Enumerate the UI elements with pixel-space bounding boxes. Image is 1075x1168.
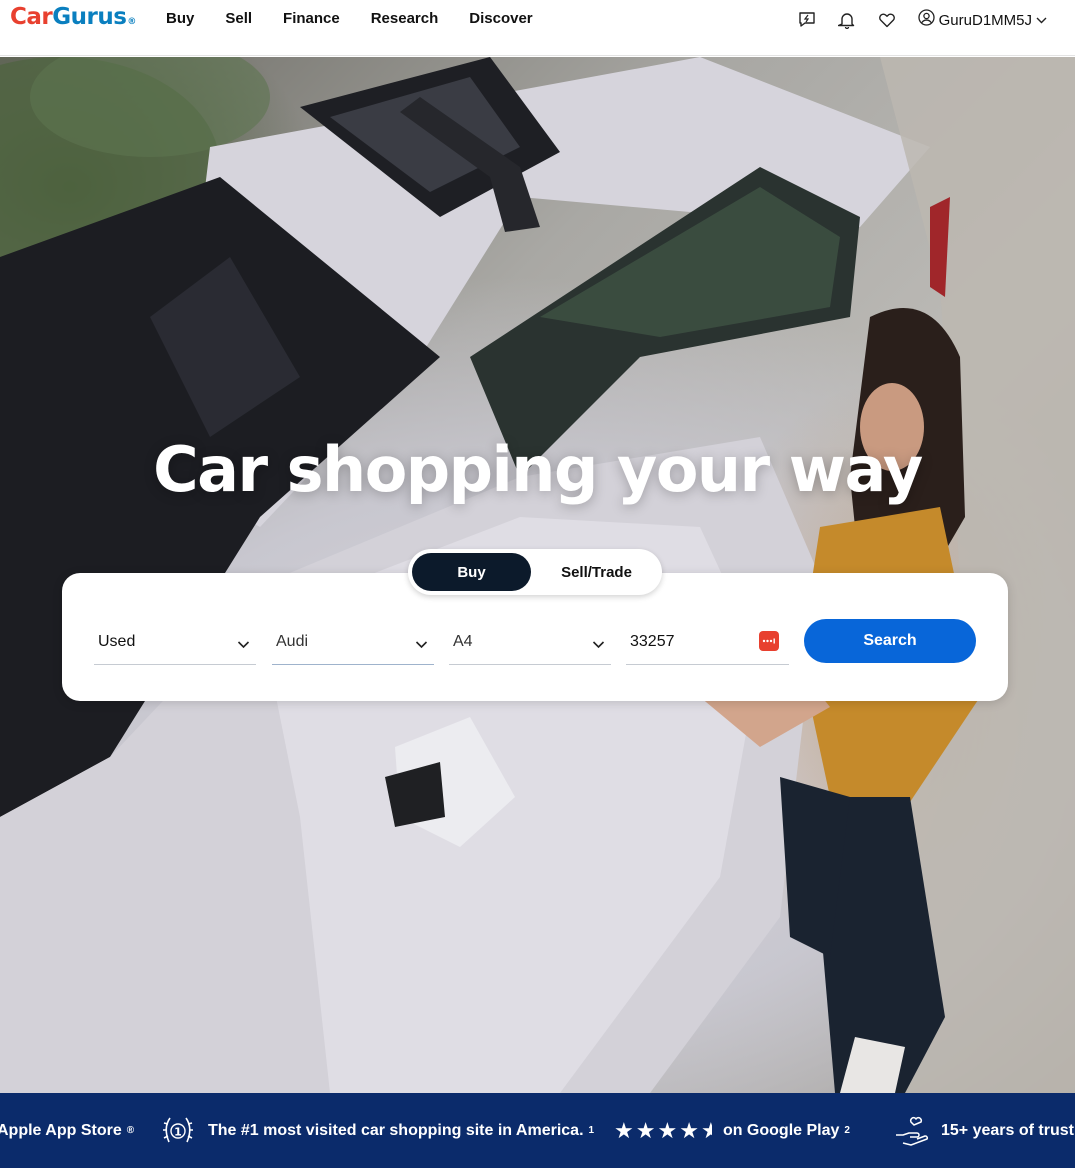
strip-most-visited: 1 The #1 most visited car shopping site … (160, 1093, 594, 1168)
strip-years-of-trust: 15+ years of trust (894, 1093, 1074, 1168)
hero-section: Car shopping your way Buy Sell/Trade Use… (0, 57, 1075, 1093)
search-button[interactable]: Search (804, 619, 976, 663)
model-select[interactable]: A4 (449, 619, 611, 665)
heart-icon[interactable] (878, 11, 896, 29)
nav-finance[interactable]: Finance (283, 9, 340, 29)
most-visited-sup: 1 (588, 1125, 595, 1136)
google-play-sup: 2 (844, 1125, 850, 1136)
model-value: A4 (453, 633, 473, 650)
nav-buy[interactable]: Buy (166, 9, 194, 29)
logo-gurus-text: Gurus (52, 4, 127, 30)
main-nav: Buy Sell Finance Research Discover (166, 9, 564, 29)
header-actions: GuruD1MM5J (798, 9, 1047, 31)
bell-icon[interactable] (837, 11, 856, 29)
cargurus-logo[interactable]: Car Gurus ® (10, 4, 136, 32)
password-manager-icon[interactable] (759, 631, 779, 651)
tab-sell-trade[interactable]: Sell/Trade (535, 553, 658, 591)
star-icon: ★ (635, 1117, 656, 1143)
make-select[interactable]: Audi (272, 619, 434, 665)
nav-sell[interactable]: Sell (225, 9, 252, 29)
nav-research[interactable]: Research (371, 9, 439, 29)
strip-google-play: ★ ★ ★ ★ ★ on Google Play 2 (614, 1093, 850, 1168)
hand-heart-icon (894, 1115, 930, 1147)
apple-app-store-sup: ® (126, 1125, 135, 1136)
logo-registered-mark: ® (127, 17, 136, 27)
rating-stars: ★ ★ ★ ★ ★ (614, 1118, 714, 1144)
star-icon: ★ (679, 1117, 699, 1143)
account-username: GuruD1MM5J (938, 11, 1032, 29)
half-star-icon: ★ (700, 1117, 712, 1143)
chevron-down-icon (415, 636, 428, 654)
zip-input[interactable]: 33257 (626, 619, 789, 665)
years-of-trust-text: 15+ years of trust (941, 1121, 1074, 1139)
zip-value: 33257 (630, 633, 675, 650)
logo-car-text: Car (10, 4, 53, 30)
chevron-down-icon (1036, 11, 1047, 29)
chevron-down-icon (592, 636, 605, 654)
star-icon: ★ (657, 1117, 678, 1143)
laurel-award-icon: 1 (160, 1114, 196, 1148)
tab-buy[interactable]: Buy (412, 553, 531, 591)
hero-title: Car shopping your way (153, 433, 923, 506)
svg-text:1: 1 (174, 1125, 182, 1138)
strip-apple-app-store: Apple App Store ® (0, 1093, 134, 1168)
most-visited-text: The #1 most visited car shopping site in… (208, 1121, 584, 1139)
top-header: Car Gurus ® Buy Sell Finance Research Disc… (0, 0, 1075, 56)
search-mode-tabs: Buy Sell/Trade (408, 549, 662, 595)
user-circle-icon (917, 9, 935, 31)
google-play-text: on Google Play (722, 1121, 840, 1139)
nav-discover[interactable]: Discover (469, 9, 532, 29)
make-value: Audi (276, 633, 309, 650)
apple-app-store-text: Apple App Store (0, 1121, 122, 1139)
condition-value: Used (98, 633, 136, 650)
chevron-down-icon (237, 636, 250, 654)
condition-select[interactable]: Used (94, 619, 256, 665)
messages-icon[interactable] (798, 11, 816, 29)
star-icon: ★ (614, 1117, 634, 1143)
account-menu[interactable]: GuruD1MM5J (917, 9, 1047, 31)
trust-strip: Apple App Store ® 1 The #1 most visited c… (0, 1093, 1075, 1168)
